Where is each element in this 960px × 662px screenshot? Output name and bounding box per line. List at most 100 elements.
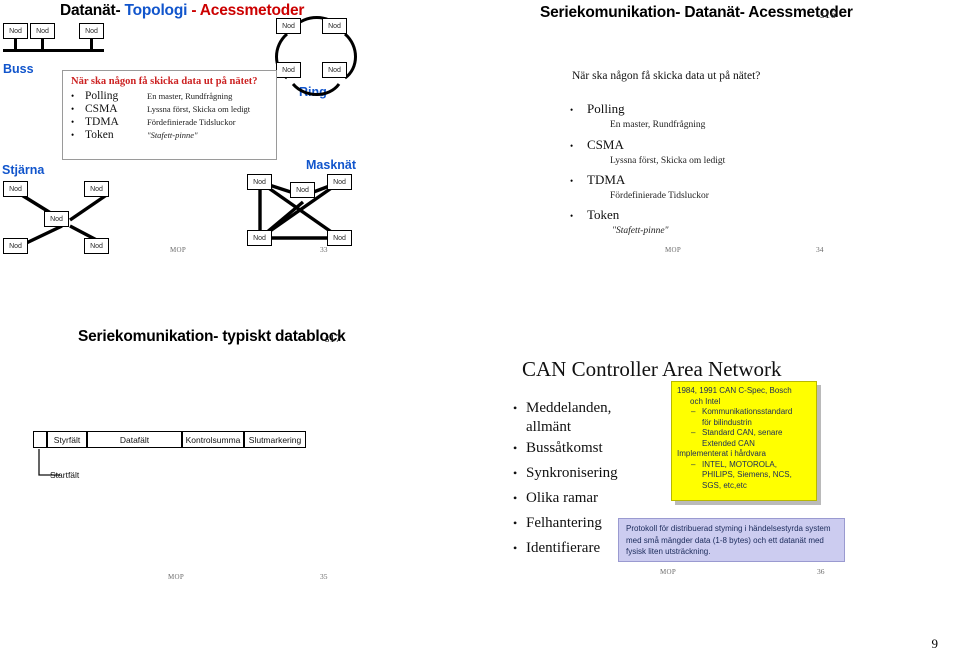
datablock-callout-startfalt: Startfält — [50, 470, 80, 480]
can-bullet-identifierare: • Identifierare — [513, 540, 600, 557]
slide-access-methods: Seriekomunikation- Datanät- Acessmetoder… — [490, 0, 890, 262]
overlay-row-token: • Token "Stafett-pinne" — [71, 129, 268, 141]
yellow-box-sub2-a: Standard CAN, senare — [702, 428, 783, 438]
overlay-term-csma: CSMA — [85, 103, 118, 115]
footer-mop-slide4: MOP — [660, 568, 677, 576]
bullet-icon: • — [513, 516, 518, 530]
yellow-box-sub3-text: INTEL, MOTOROLA, PHILIPS, Siemens, NCS, … — [702, 460, 792, 492]
overlay-desc-polling: En master, Rundfrågning — [147, 91, 233, 101]
can-bullet-olika-ramar: • Olika ramar — [513, 490, 598, 507]
can-bullet-text-synkronisering: Synkronisering — [526, 465, 618, 481]
access-term-token: Token — [587, 207, 620, 222]
yellow-box-line1: 1984, 1991 CAN C-Spec, Bosch och Intel — [677, 386, 811, 407]
overlay-desc-csma: Lyssna först, Skicka om ledigt — [147, 104, 251, 114]
bullet-icon: • — [71, 91, 75, 101]
bus-node-1: Nod — [3, 23, 28, 39]
overlay-row-csma: • CSMA Lyssna först, Skicka om ledigt — [71, 103, 268, 115]
can-bullet-synkronisering: • Synkronisering — [513, 465, 618, 482]
access-sub-tdma: Fördefinierade Tidsluckor — [610, 191, 709, 201]
bullet-icon: • — [513, 441, 518, 455]
yellow-box-sub3-c: SGS, etc,etc — [702, 480, 747, 490]
overlay-row-polling: • Polling En master, Rundfrågning — [71, 90, 268, 102]
yellow-box-line1-text: 1984, 1991 CAN C-Spec, Bosch — [677, 386, 792, 395]
datablock-field-start — [33, 431, 47, 448]
can-yellow-info-box: 1984, 1991 CAN C-Spec, Bosch och Intel –… — [671, 381, 817, 501]
bus-backbone-line — [3, 49, 104, 52]
star-node-center: Nod — [44, 211, 69, 227]
dash-icon: – — [691, 459, 696, 469]
overlay-row-tdma: • TDMA Fördefinierade Tidsluckor — [71, 116, 268, 128]
dash-icon: – — [691, 407, 696, 417]
yellow-box-sub2: – Standard CAN, senare Extended CAN — [691, 428, 811, 449]
ring-node-3: Nod — [276, 62, 301, 78]
yellow-box-sub3-b: PHILIPS, Siemens, NCS, — [702, 470, 792, 480]
bullet-icon: • — [71, 117, 75, 127]
slide-access-title: Seriekomunikation- Datanät- Acessmetoder — [540, 4, 853, 21]
title-segment-topologi: Topologi — [124, 2, 188, 19]
ring-node-4: Nod — [322, 62, 347, 78]
bullet-icon: • — [570, 105, 574, 115]
overlay-term-token: Token — [85, 129, 114, 141]
mesh-node-1: Nod — [247, 174, 272, 190]
slide-topology-title: Datanät- Topologi - Acessmetoder — [60, 2, 304, 20]
bus-drop-3 — [90, 39, 93, 50]
bullet-icon: • — [570, 141, 574, 151]
bullet-icon: • — [570, 211, 574, 221]
access-sub-polling: En master, Rundfrågning — [610, 120, 706, 130]
star-node-2: Nod — [84, 181, 109, 197]
access-term-tdma: TDMA — [587, 172, 626, 187]
topology-label-masknat: Masknät — [306, 158, 357, 172]
can-bullet-text-identifierare: Identifierare — [526, 540, 601, 556]
footer-number-slide4: 36 — [817, 567, 825, 576]
star-node-1: Nod — [3, 181, 28, 197]
bullet-icon: • — [71, 104, 75, 114]
overlay-desc-tdma: Fördefinierade Tidsluckor — [147, 117, 236, 127]
mesh-node-3: Nod — [247, 230, 272, 246]
bullet-icon: • — [513, 541, 518, 555]
footer-mop-slide1: MOP — [170, 246, 187, 254]
bus-node-2: Nod — [30, 23, 55, 39]
bullet-icon: • — [513, 491, 518, 505]
bullet-icon: • — [71, 130, 75, 140]
access-sub-csma: Lyssna först, Skicka om ledigt — [610, 156, 726, 166]
overlay-desc-token: "Stafett-pinne" — [147, 130, 198, 140]
can-bullet-meddelanden: • Meddelanden, — [513, 400, 611, 417]
yellow-box-sub1-text: Kommunikationsstandard för bilindustrin — [702, 407, 792, 428]
bus-node-3: Nod — [79, 23, 104, 39]
access-sub-token: "Stafett-pinne" — [612, 226, 669, 236]
star-node-4: Nod — [84, 238, 109, 254]
can-bullet-text-felhantering: Felhantering — [526, 515, 602, 531]
can-bullet-meddelanden-line2: allmänt — [526, 419, 571, 436]
footer-mop-slide3: MOP — [168, 573, 185, 581]
ring-node-1: Nod — [276, 18, 301, 34]
topology-label-stjarna: Stjärna — [2, 163, 45, 177]
datablock-field-slutmarkering: Slutmarkering — [244, 431, 306, 448]
bus-drop-1 — [14, 39, 17, 50]
slide-datablock-ref: s17 — [325, 333, 341, 345]
dash-icon: – — [691, 428, 696, 438]
access-question: När ska någon få skicka data ut på nätet… — [572, 70, 761, 82]
star-node-3: Nod — [3, 238, 28, 254]
can-purple-info-box: Protokoll för distribuerad styming i hän… — [618, 518, 845, 562]
access-item-polling: • Polling — [570, 101, 625, 117]
yellow-box-sub3-a: INTEL, MOTOROLA, — [702, 459, 777, 469]
overlay-heading: När ska någon få skicka data ut på nätet… — [71, 76, 258, 87]
access-methods-overlay: När ska någon få skicka data ut på nätet… — [62, 70, 277, 160]
slide-datablock-title: Seriekomunikation- typiskt datablock — [78, 328, 346, 345]
yellow-box-line1-cont: och Intel — [690, 396, 721, 406]
footer-number-slide2: 34 — [816, 245, 824, 254]
mesh-node-2: Nod — [327, 174, 352, 190]
access-item-tdma: • TDMA — [570, 172, 625, 188]
bullet-icon: • — [513, 466, 518, 480]
can-bullet-felhantering: • Felhantering — [513, 515, 602, 532]
bullet-icon: • — [513, 401, 518, 415]
topology-label-buss: Buss — [3, 62, 34, 76]
slide-can-title: CAN Controller Area Network — [522, 357, 782, 381]
overlay-term-polling: Polling — [85, 90, 119, 102]
slide-datablock: Seriekomunikation- typiskt datablock s17… — [0, 320, 400, 590]
startfalt-leader-line — [38, 449, 60, 476]
slide-access-ref: s16 — [820, 9, 836, 21]
mesh-node-center: Nod — [290, 182, 315, 198]
datablock-field-datafalt: Datafält — [87, 431, 182, 448]
can-bullet-text-meddelanden: Meddelanden, — [526, 400, 612, 416]
